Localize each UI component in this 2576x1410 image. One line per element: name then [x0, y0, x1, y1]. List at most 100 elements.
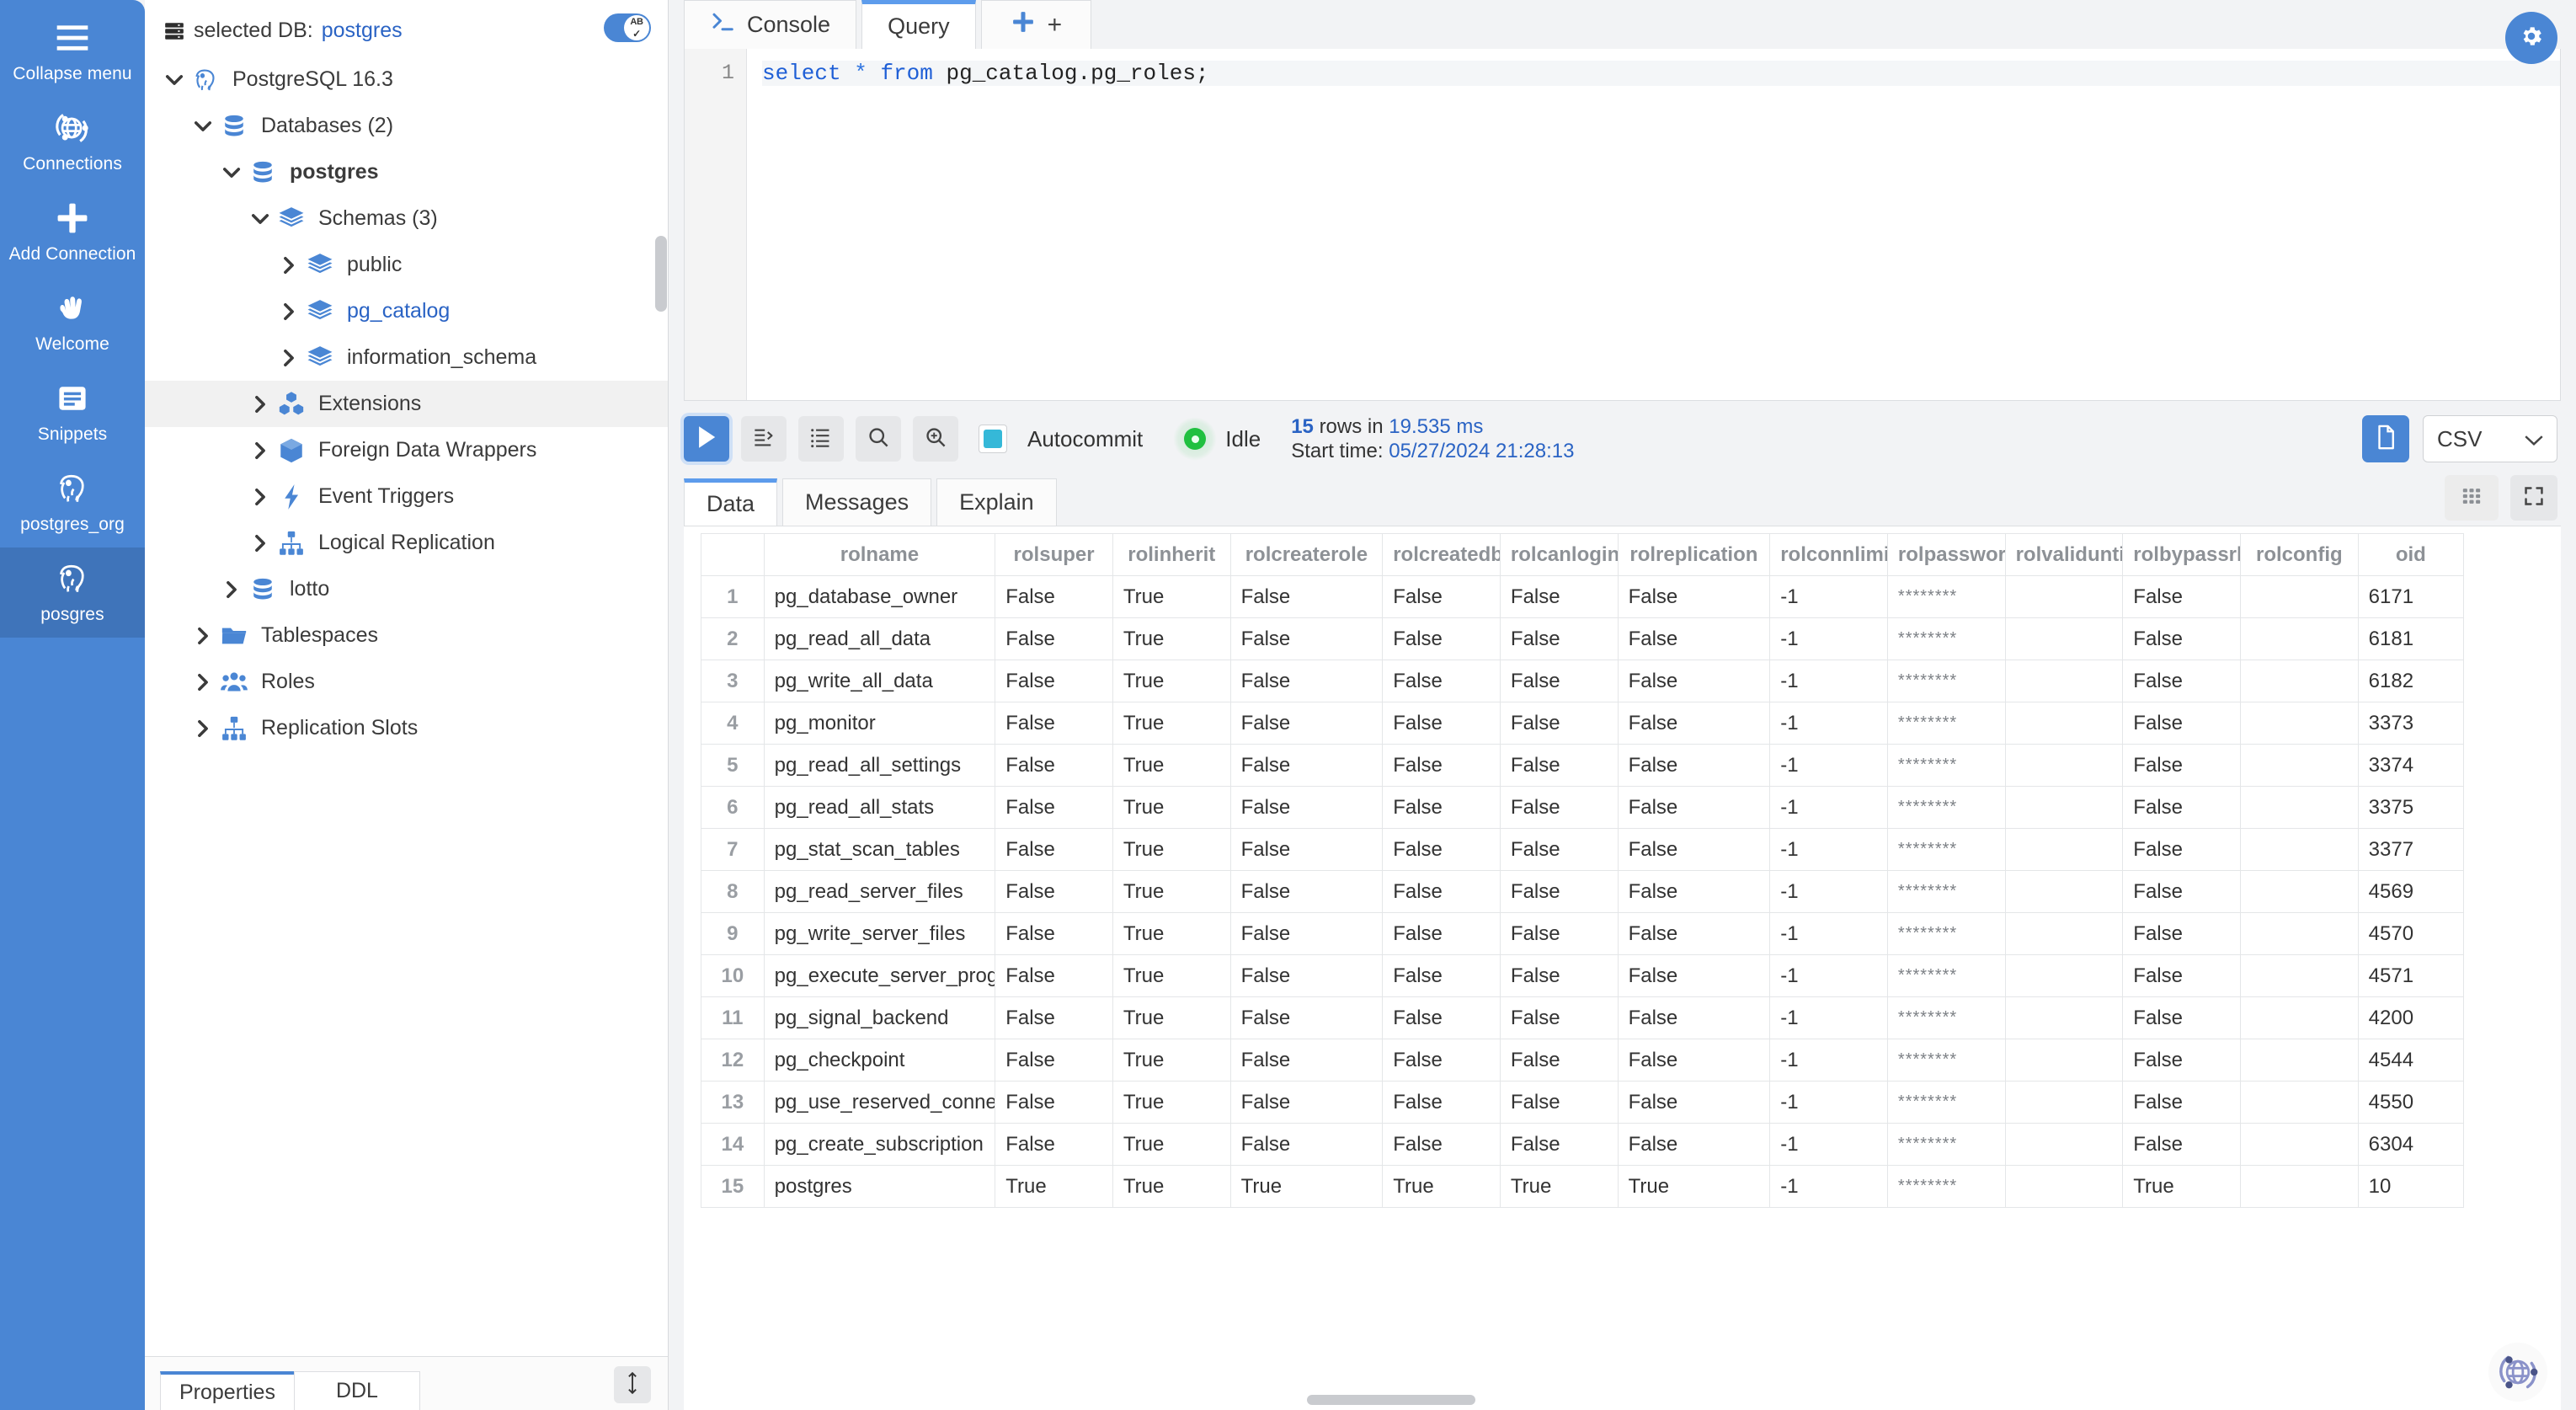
- cell-rolconnlimit[interactable]: -1: [1769, 1081, 1888, 1124]
- cell-rolpassword[interactable]: ********: [1886, 954, 2006, 997]
- cell-rowno[interactable]: 7: [701, 828, 765, 871]
- cell-rolcreaterole[interactable]: False: [1229, 575, 1384, 618]
- cell-rolreplication[interactable]: False: [1617, 786, 1771, 829]
- cell-rolcanlogin[interactable]: False: [1499, 575, 1619, 618]
- cell-rolcanlogin[interactable]: False: [1499, 660, 1619, 702]
- cell-rolpassword[interactable]: ********: [1886, 912, 2006, 955]
- column-header-rolpassword[interactable]: rolpassword: [1886, 533, 2006, 576]
- cell-oid[interactable]: 3374: [2357, 744, 2465, 787]
- cell-rowno[interactable]: 4: [701, 702, 765, 745]
- cell-rolsuper[interactable]: False: [995, 660, 1113, 702]
- cell-rolcanlogin[interactable]: False: [1499, 1039, 1619, 1082]
- cell-rolpassword[interactable]: ********: [1886, 575, 2006, 618]
- cell-rolbypassrls[interactable]: False: [2122, 575, 2241, 618]
- settings-button[interactable]: [2505, 12, 2557, 64]
- column-header-rolcreaterole[interactable]: rolcreaterole: [1229, 533, 1384, 576]
- cell-rolconfig[interactable]: [2239, 1081, 2359, 1124]
- cell-rowno[interactable]: 15: [701, 1165, 765, 1208]
- grid-horizontal-scrollbar[interactable]: [684, 1395, 2561, 1408]
- footer-tab-properties[interactable]: Properties: [160, 1371, 295, 1410]
- column-header-rolcreatedb[interactable]: rolcreatedb: [1382, 533, 1501, 576]
- column-header-rowno[interactable]: [701, 533, 765, 576]
- footer-tab-ddl[interactable]: DDL: [293, 1371, 420, 1410]
- cell-rowno[interactable]: 5: [701, 744, 765, 787]
- cell-rolreplication[interactable]: False: [1617, 912, 1771, 955]
- cell-rolcreatedb[interactable]: False: [1382, 912, 1501, 955]
- cell-rolcanlogin[interactable]: False: [1499, 1123, 1619, 1166]
- table-row[interactable]: 15 postgres True True True True True True -1 ****…: [701, 1165, 2465, 1208]
- tree-node-extensions[interactable]: Extensions: [145, 381, 668, 427]
- tree-node-event-triggers[interactable]: Event Triggers: [145, 473, 668, 520]
- cell-rowno[interactable]: 2: [701, 617, 765, 660]
- table-row[interactable]: 7 pg_stat_scan_tables False True False False F…: [701, 828, 2465, 871]
- table-row[interactable]: 9 pg_write_server_files False True False Fals…: [701, 912, 2465, 955]
- rail-item-add-connection[interactable]: Add Connection: [0, 187, 145, 277]
- cell-rolcreatedb[interactable]: False: [1382, 870, 1501, 913]
- cell-rolpassword[interactable]: ********: [1886, 786, 2006, 829]
- tree-node-public[interactable]: public: [145, 242, 668, 288]
- rail-item-postgres-org[interactable]: postgres_org: [0, 457, 145, 547]
- cell-rolsuper[interactable]: False: [995, 1039, 1113, 1082]
- cell-rolname[interactable]: pg_database_owner: [763, 575, 996, 618]
- cell-rolreplication[interactable]: False: [1617, 1039, 1771, 1082]
- cell-rolsuper[interactable]: False: [995, 954, 1113, 997]
- tree-expand-toggle[interactable]: [246, 486, 275, 508]
- cell-rolconnlimit[interactable]: -1: [1769, 870, 1888, 913]
- tree-expand-toggle[interactable]: [217, 162, 246, 184]
- cell-rolinherit[interactable]: True: [1112, 912, 1231, 955]
- cell-rolconfig[interactable]: [2239, 954, 2359, 997]
- table-row[interactable]: 3 pg_write_all_data False True False False Fal…: [701, 660, 2465, 702]
- cell-rolbypassrls[interactable]: False: [2122, 744, 2241, 787]
- cell-rolcreaterole[interactable]: False: [1229, 1123, 1384, 1166]
- cell-rolinherit[interactable]: True: [1112, 617, 1231, 660]
- cell-rolcanlogin[interactable]: False: [1499, 617, 1619, 660]
- cell-rolconnlimit[interactable]: -1: [1769, 1123, 1888, 1166]
- cell-rolsuper[interactable]: False: [995, 828, 1113, 871]
- tree-expand-toggle[interactable]: [246, 440, 275, 462]
- tree-node-databases-2-[interactable]: Databases (2): [145, 103, 668, 149]
- search-button[interactable]: [856, 416, 901, 462]
- tree-node-tablespaces[interactable]: Tablespaces: [145, 612, 668, 659]
- cell-rolsuper[interactable]: False: [995, 617, 1113, 660]
- cell-rolbypassrls[interactable]: False: [2122, 617, 2241, 660]
- cell-oid[interactable]: 4550: [2357, 1081, 2465, 1124]
- cell-rolpassword[interactable]: ********: [1886, 996, 2006, 1039]
- cell-rolname[interactable]: pg_read_server_files: [763, 870, 996, 913]
- cell-oid[interactable]: 4570: [2357, 912, 2465, 955]
- cell-rolsuper[interactable]: False: [995, 744, 1113, 787]
- cell-rolcanlogin[interactable]: False: [1499, 828, 1619, 871]
- cell-rolcreatedb[interactable]: False: [1382, 996, 1501, 1039]
- cell-rolcreatedb[interactable]: False: [1382, 1081, 1501, 1124]
- cell-rolconfig[interactable]: [2239, 575, 2359, 618]
- result-tab-messages[interactable]: Messages: [782, 478, 932, 526]
- tree-node-replication-slots[interactable]: Replication Slots: [145, 705, 668, 751]
- cell-rolreplication[interactable]: False: [1617, 575, 1771, 618]
- table-row[interactable]: 13 pg_use_reserved_connections False True Fa…: [701, 1081, 2465, 1124]
- cell-rolbypassrls[interactable]: True: [2122, 1165, 2241, 1208]
- cell-oid[interactable]: 3377: [2357, 828, 2465, 871]
- list-view-button[interactable]: [798, 416, 844, 462]
- cell-rolcanlogin[interactable]: False: [1499, 912, 1619, 955]
- column-header-oid[interactable]: oid: [2357, 533, 2465, 576]
- cell-rolcreaterole[interactable]: False: [1229, 1039, 1384, 1082]
- cell-rolinherit[interactable]: True: [1112, 744, 1231, 787]
- tree-node-schemas-3-[interactable]: Schemas (3): [145, 195, 668, 242]
- cell-rolbypassrls[interactable]: False: [2122, 828, 2241, 871]
- tree-expand-toggle[interactable]: [275, 301, 303, 323]
- cell-rolcreaterole[interactable]: False: [1229, 870, 1384, 913]
- tree-expand-toggle[interactable]: [217, 579, 246, 601]
- cell-rolreplication[interactable]: True: [1617, 1165, 1771, 1208]
- cell-rowno[interactable]: 14: [701, 1123, 765, 1166]
- cell-rolconfig[interactable]: [2239, 786, 2359, 829]
- cell-oid[interactable]: 4569: [2357, 870, 2465, 913]
- cell-rowno[interactable]: 12: [701, 1039, 765, 1082]
- cell-rolinherit[interactable]: True: [1112, 1123, 1231, 1166]
- cell-rolconfig[interactable]: [2239, 996, 2359, 1039]
- cell-rolbypassrls[interactable]: False: [2122, 1039, 2241, 1082]
- column-header-rolcanlogin[interactable]: rolcanlogin: [1499, 533, 1619, 576]
- cell-rolconfig[interactable]: [2239, 912, 2359, 955]
- table-row[interactable]: 14 pg_create_subscription False True False Fa…: [701, 1123, 2465, 1166]
- cell-rolcanlogin[interactable]: False: [1499, 996, 1619, 1039]
- cell-rolpassword[interactable]: ********: [1886, 1081, 2006, 1124]
- cell-rolconnlimit[interactable]: -1: [1769, 996, 1888, 1039]
